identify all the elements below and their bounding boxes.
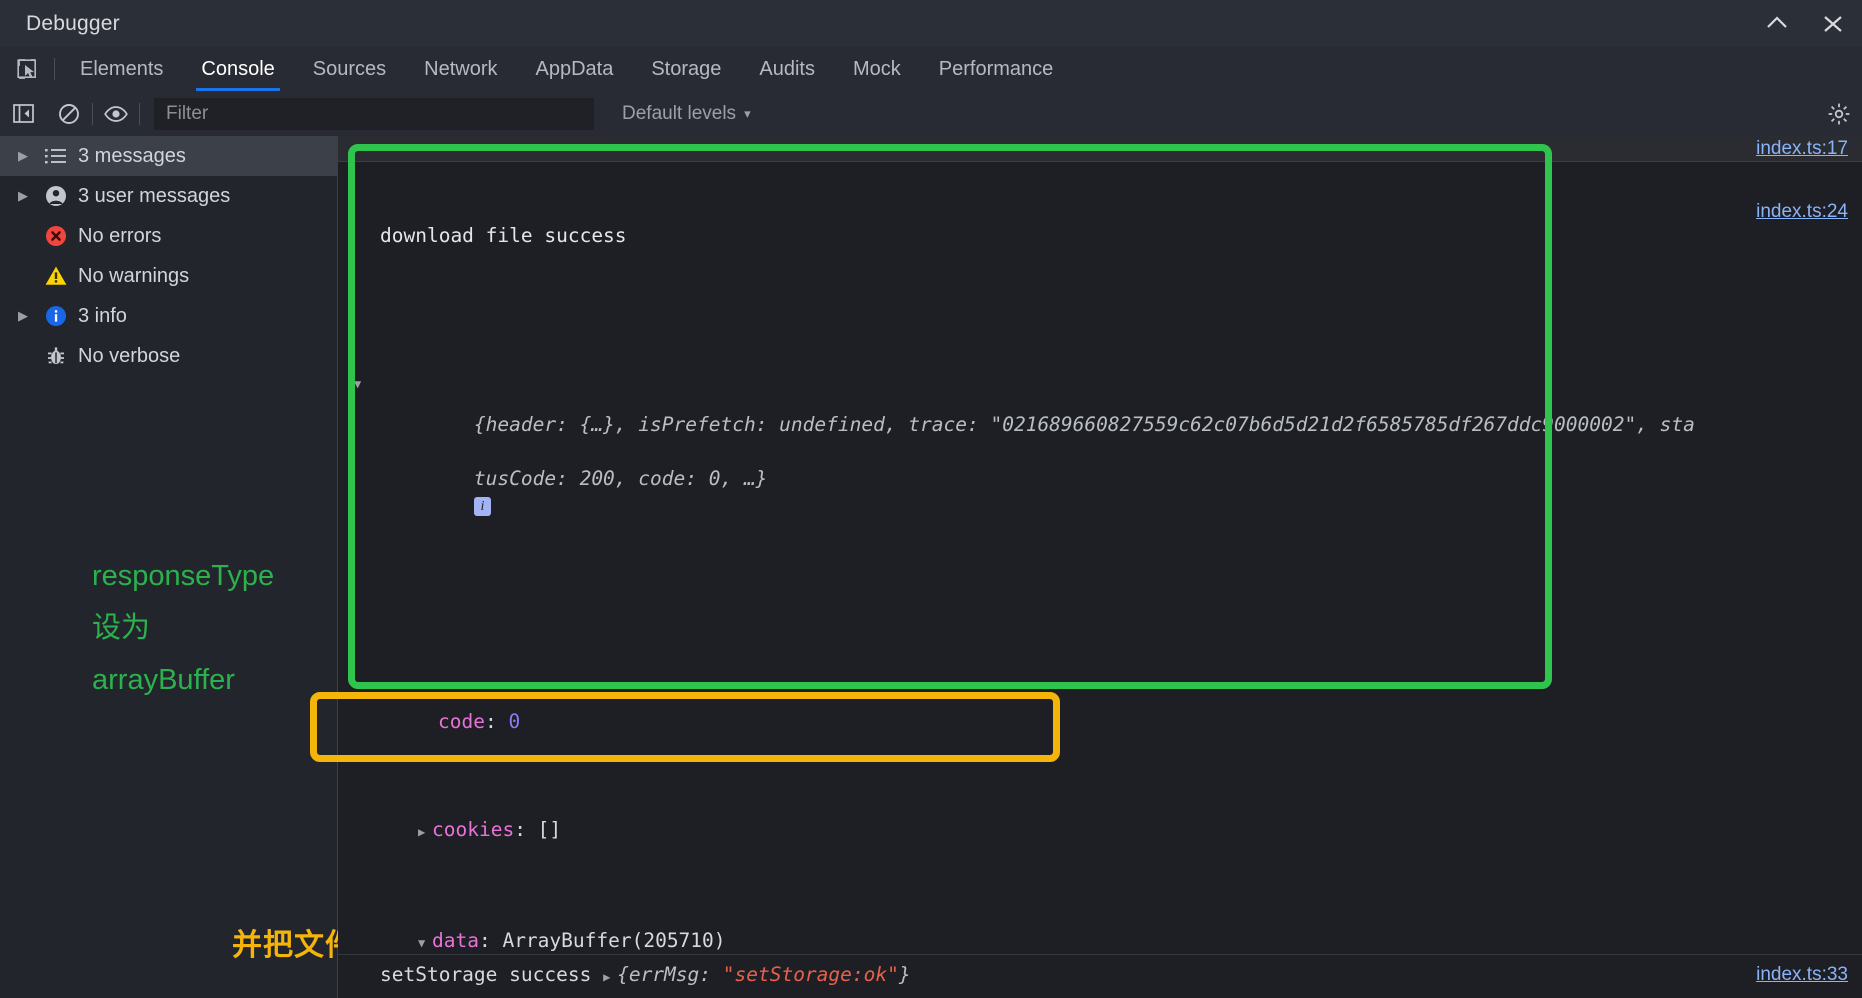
sidebar-item-label: 3 messages [78, 144, 186, 167]
list-icon [36, 146, 76, 166]
gear-icon[interactable] [1816, 91, 1862, 136]
console-group-row[interactable]: 下载文件--- index.ts:17 [338, 136, 1862, 162]
filter-placeholder: Filter [166, 102, 209, 124]
object-preview[interactable]: ▼ {header: {…}, isPrefetch: undefined, t… [354, 357, 1862, 546]
chevron-right-icon[interactable]: ▶ [10, 308, 36, 324]
info-icon [36, 304, 76, 328]
chevron-right-icon[interactable]: ▶ [10, 188, 36, 204]
tree-row-data[interactable]: ▼ data: ArrayBuffer(205710) [380, 927, 1862, 957]
chevron-right-icon[interactable]: ▶ [603, 970, 617, 984]
window-controls [1754, 0, 1856, 47]
setstorage-text: setStorage success ▶ {errMsg: "setStorage… [380, 963, 911, 986]
annotation-response-type: responseType 设为 arrayBuffer [92, 550, 332, 706]
tree-row-cookies[interactable]: ▶ cookies: [] [380, 816, 1862, 846]
sidebar-item-warnings[interactable]: ▶ No warnings [0, 256, 337, 296]
chevron-down-icon[interactable]: ▼ [418, 930, 432, 957]
console-message-download[interactable]: download file success index.ts:24 ▼ {hea… [338, 162, 1862, 998]
console-log-pane[interactable]: 下载文件--- index.ts:17 download file succes… [338, 136, 1862, 998]
sidebar-item-user-messages[interactable]: ▶ 3 user messages [0, 176, 337, 216]
tab-sources[interactable]: Sources [294, 47, 405, 91]
error-icon [36, 224, 76, 248]
toolbar-divider [139, 102, 140, 125]
tab-appdata[interactable]: AppData [517, 47, 633, 91]
console-sidebar: ▶ 3 messages ▶ 3 user messages ▶ [0, 136, 338, 998]
annotation-line-2: 设为 [92, 612, 151, 644]
bug-icon [36, 344, 76, 368]
debugger-window: Debugger Elements Console Sources Networ… [0, 0, 1862, 998]
source-link[interactable]: index.ts:17 [1756, 136, 1848, 161]
log-level-dropdown[interactable]: Default levels ▾ [622, 103, 751, 125]
sidebar-item-label: 3 info [78, 304, 127, 327]
tree-row-code[interactable]: code: 0 [380, 708, 1862, 735]
info-badge[interactable]: i [473, 497, 491, 516]
sidebar-item-label: No warnings [78, 264, 190, 287]
sidebar-item-label: No errors [78, 224, 162, 247]
sidebar-item-messages[interactable]: ▶ 3 messages [0, 136, 337, 176]
tab-list: Elements Console Sources Network AppData… [61, 47, 1072, 91]
tab-console[interactable]: Console [182, 47, 293, 91]
clear-console-icon[interactable] [46, 91, 92, 136]
toolbar-divider [54, 58, 55, 80]
tab-mock[interactable]: Mock [834, 47, 920, 91]
object-preview-line-1: {header: {…}, isPrefetch: undefined, tra… [473, 413, 1695, 436]
source-link[interactable]: index.ts:33 [1756, 964, 1848, 986]
chevron-down-icon: ▾ [744, 105, 751, 121]
user-icon [36, 184, 76, 208]
tab-performance[interactable]: Performance [920, 47, 1073, 91]
sidebar-item-verbose[interactable]: ▶ No verbose [0, 336, 337, 376]
tab-audits[interactable]: Audits [740, 47, 834, 91]
inspect-cursor-icon[interactable] [0, 47, 54, 91]
chevron-down-icon[interactable]: ▼ [354, 371, 361, 398]
title-bar: Debugger [0, 0, 1862, 47]
close-button[interactable] [1810, 4, 1856, 44]
sidebar-toggle-icon[interactable] [0, 91, 46, 136]
chevron-right-icon[interactable]: ▶ [10, 148, 36, 164]
tab-elements[interactable]: Elements [61, 47, 182, 91]
console-toolbar: Filter Default levels ▾ [0, 91, 1862, 137]
window-title: Debugger [26, 11, 120, 35]
message-title: download file success [380, 224, 627, 247]
sidebar-item-label: 3 user messages [78, 184, 231, 207]
filter-input[interactable]: Filter [154, 97, 594, 130]
warning-icon [36, 264, 76, 288]
object-property-tree: code: 0 ▶ cookies: [] ▼ data: ArrayBuffer(… [380, 654, 1862, 998]
sidebar-item-errors[interactable]: ▶ No errors [0, 216, 337, 256]
minimize-button[interactable] [1754, 4, 1800, 44]
tab-network[interactable]: Network [405, 47, 516, 91]
tab-storage[interactable]: Storage [632, 47, 740, 91]
sidebar-item-info[interactable]: ▶ 3 info [0, 296, 337, 336]
chevron-right-icon[interactable]: ▶ [418, 819, 432, 846]
console-message-setstorage[interactable]: setStorage success ▶ {errMsg: "setStorage… [338, 954, 1862, 998]
live-expression-icon[interactable] [93, 91, 139, 136]
log-level-label: Default levels [622, 102, 737, 124]
devtools-tab-bar: Elements Console Sources Network AppData… [0, 47, 1862, 92]
annotation-line-3: arrayBuffer [92, 664, 235, 696]
annotation-line-1: responseType [92, 560, 275, 592]
source-link[interactable]: index.ts:24 [1756, 198, 1848, 225]
object-preview-line-2: tusCode: 200, code: 0, …} [473, 467, 768, 490]
sidebar-item-label: No verbose [78, 344, 181, 367]
toolbar-right [1816, 91, 1862, 136]
